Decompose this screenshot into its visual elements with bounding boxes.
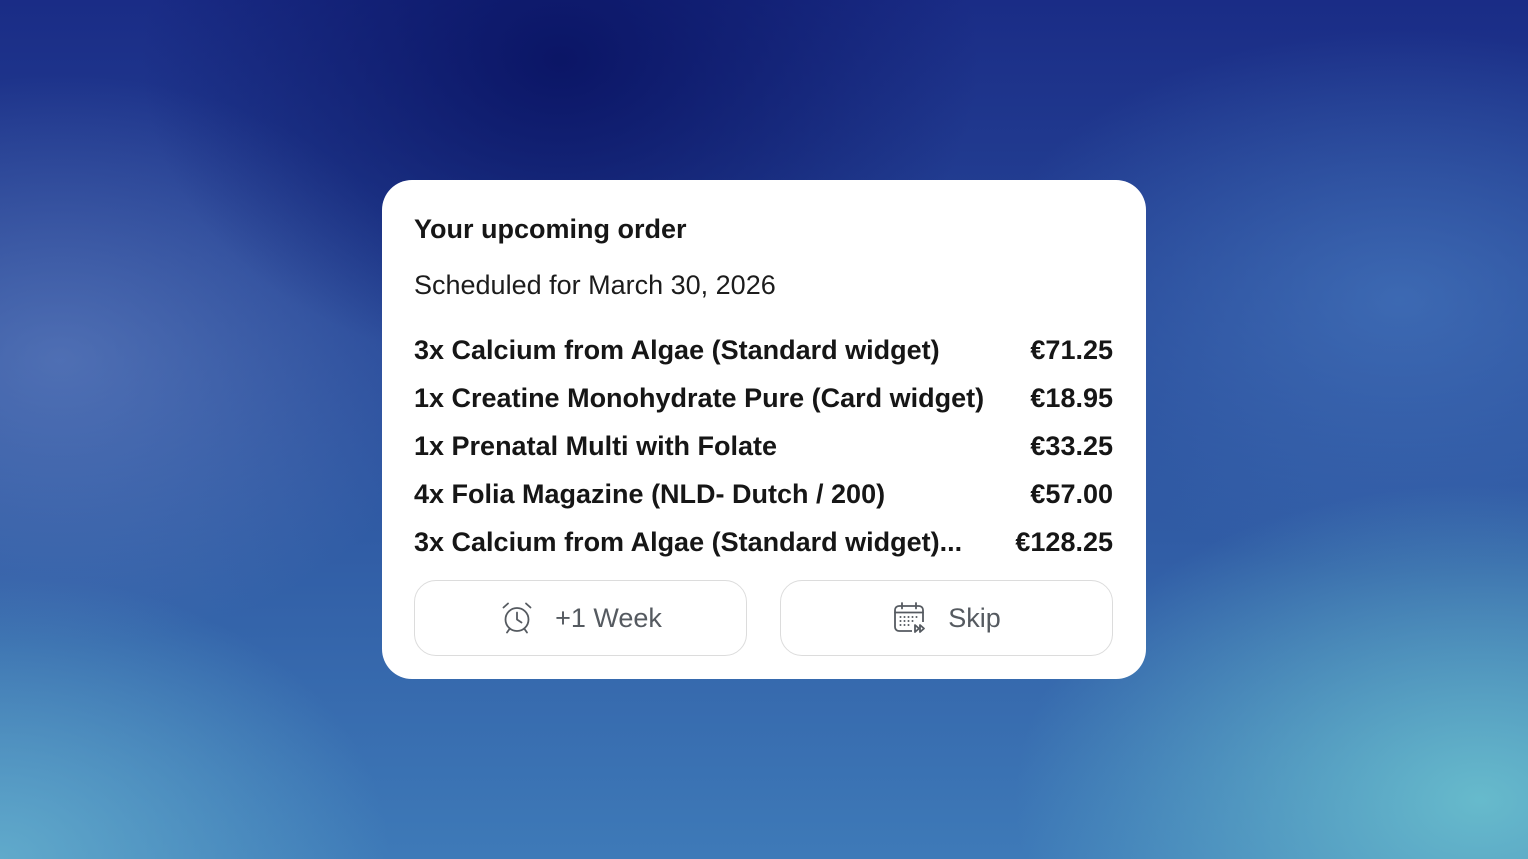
list-item: 3x Calcium from Algae (Standard widget).… [414, 518, 1113, 566]
item-price: €71.25 [1030, 334, 1113, 365]
list-item: 3x Calcium from Algae (Standard widget) … [414, 326, 1113, 374]
upcoming-order-card: Your upcoming order Scheduled for March … [382, 180, 1146, 679]
postpone-week-button[interactable]: +1 Week [414, 580, 747, 656]
item-name: 1x Prenatal Multi with Folate [414, 430, 778, 461]
postpone-label: +1 Week [555, 602, 662, 633]
list-item: 1x Creatine Monohydrate Pure (Card widge… [414, 374, 1113, 422]
item-name: 3x Calcium from Algae (Standard widget) [414, 334, 940, 365]
skip-button[interactable]: Skip [780, 580, 1113, 656]
item-name: 3x Calcium from Algae (Standard widget).… [414, 526, 963, 557]
item-price: €57.00 [1030, 478, 1113, 509]
list-item: 4x Folia Magazine (NLD- Dutch / 200) €57… [414, 470, 1113, 518]
calendar-skip-icon [892, 600, 928, 636]
alarm-clock-icon [499, 600, 535, 636]
item-price: €18.95 [1030, 382, 1113, 413]
item-name: 1x Creatine Monohydrate Pure (Card widge… [414, 382, 985, 413]
order-items-list: 3x Calcium from Algae (Standard widget) … [414, 326, 1113, 566]
item-price: €33.25 [1030, 430, 1113, 461]
order-actions: +1 Week Skip [414, 580, 1113, 656]
list-item: 1x Prenatal Multi with Folate €33.25 [414, 422, 1113, 470]
skip-label: Skip [948, 602, 1001, 633]
item-price: €128.25 [1015, 526, 1113, 557]
scheduled-date: Scheduled for March 30, 2026 [414, 270, 776, 300]
item-name: 4x Folia Magazine (NLD- Dutch / 200) [414, 478, 886, 509]
card-title: Your upcoming order [414, 214, 687, 244]
